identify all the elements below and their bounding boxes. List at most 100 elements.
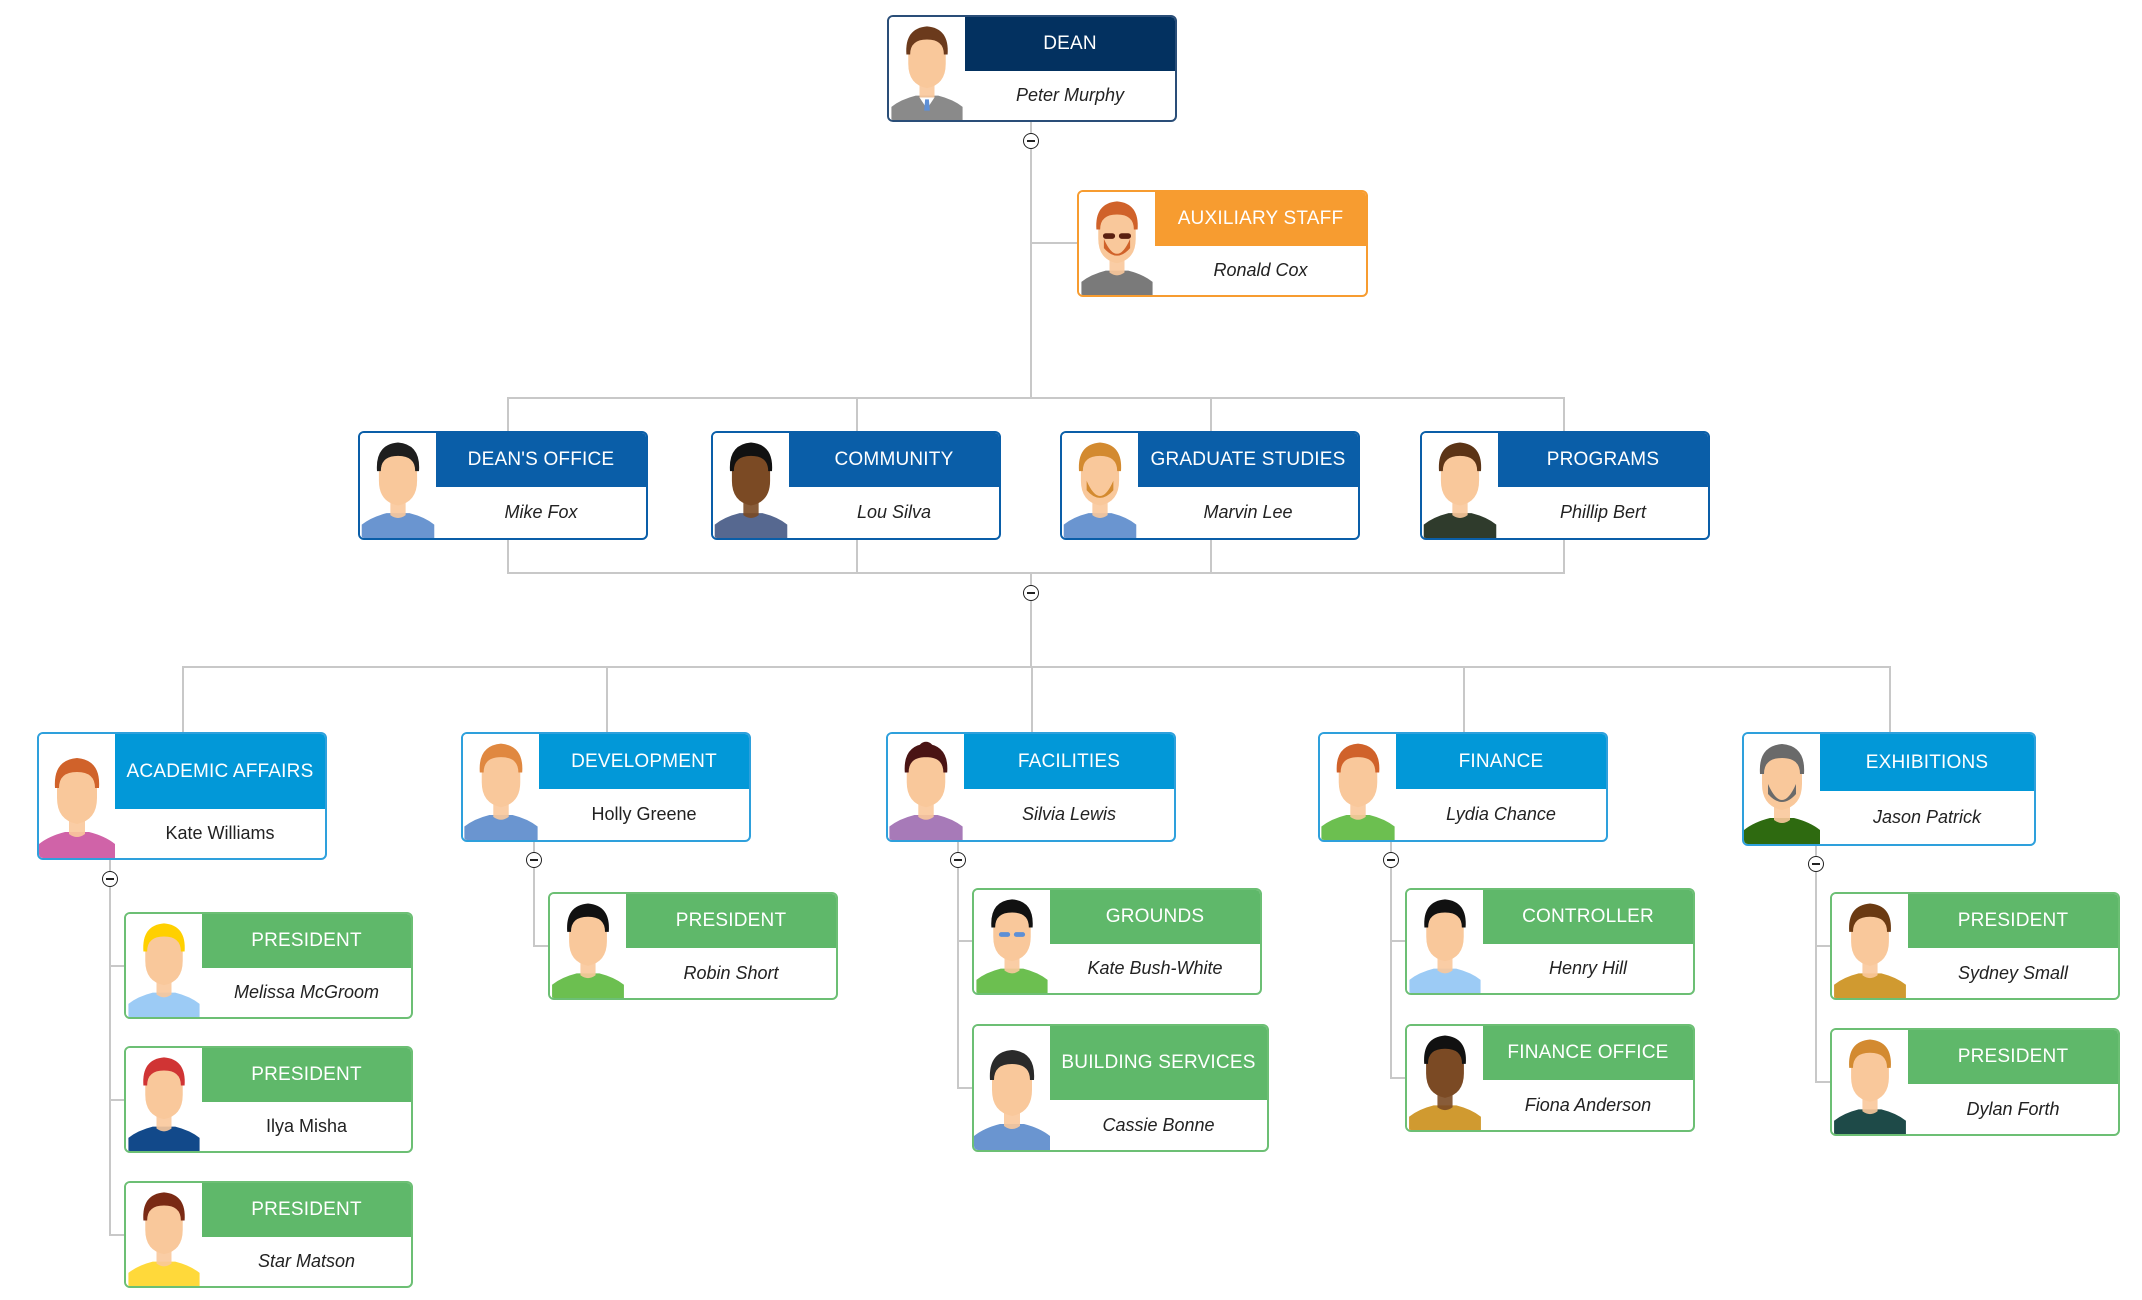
avatar-icon [126, 1183, 202, 1286]
avatar-icon [126, 1048, 202, 1151]
node-president-star-matson[interactable]: PRESIDENT Star Matson [124, 1181, 413, 1288]
node-title: FACILITIES [964, 734, 1174, 789]
node-title: PRESIDENT [626, 894, 836, 948]
avatar-icon [889, 17, 965, 120]
connector-level3-drop-2 [606, 666, 608, 732]
node-name: Ilya Misha [265, 1116, 348, 1136]
node-title: DEAN [965, 17, 1175, 71]
node-graduate-studies[interactable]: GRADUATE STUDIES Marvin Lee [1060, 431, 1360, 540]
person-avatar-icon [464, 743, 538, 840]
node-facilities[interactable]: FACILITIES Silvia Lewis [886, 732, 1176, 842]
node-finance-office[interactable]: FINANCE OFFICE Fiona Anderson [1405, 1024, 1695, 1132]
node-president-sydney-small[interactable]: PRESIDENT Sydney Small [1830, 892, 2120, 1000]
node-name: Holly Greene [591, 804, 697, 824]
node-name: Henry Hill [1548, 958, 1627, 978]
connector-level2-bottom-bus [507, 572, 1565, 574]
person-avatar-icon [714, 442, 788, 538]
node-president-dylan-forth[interactable]: PRESIDENT Dylan Forth [1830, 1028, 2120, 1136]
connector-level3-drop-5 [1889, 666, 1891, 732]
person-avatar-icon [1834, 1039, 1906, 1134]
node-name: Kate Williams [165, 823, 275, 843]
avatar-icon [463, 734, 539, 840]
node-president-robin-short[interactable]: PRESIDENT Robin Short [548, 892, 838, 1000]
connector-finance-branch-2 [1390, 1077, 1405, 1079]
connector-facilities-branch-2 [957, 1087, 972, 1089]
node-title: AUXILIARY STAFF [1155, 192, 1366, 246]
person-avatar-icon [1409, 1035, 1481, 1130]
node-building-services[interactable]: BUILDING SERVICES Cassie Bonne [972, 1024, 1269, 1152]
collapse-toggle-facilities[interactable] [950, 852, 966, 868]
connector-development-branch-1 [533, 945, 548, 947]
collapse-toggle-dean[interactable] [1023, 133, 1039, 149]
avatar-icon [550, 894, 626, 998]
node-title: PRESIDENT [1908, 894, 2118, 948]
node-name: Ronald Cox [1213, 260, 1308, 280]
person-avatar-icon [1834, 903, 1906, 998]
person-avatar-icon [128, 1192, 200, 1286]
node-grounds[interactable]: GROUNDS Kate Bush-White [972, 888, 1262, 995]
connector-academic-vertical [109, 858, 111, 1235]
node-programs[interactable]: PROGRAMS Phillip Bert [1420, 431, 1710, 540]
collapse-toggle-exhibitions[interactable] [1808, 856, 1824, 872]
node-community[interactable]: COMMUNITY Lou Silva [711, 431, 1001, 540]
node-title: GROUNDS [1050, 890, 1260, 944]
avatar-icon [1407, 1026, 1483, 1130]
connector-level3-drop-1 [182, 666, 184, 732]
collapse-toggle-level2[interactable] [1023, 585, 1039, 601]
node-title: FINANCE OFFICE [1483, 1026, 1693, 1080]
connector-auxiliary [1031, 242, 1077, 244]
connector-exhibitions-vertical [1815, 846, 1817, 1083]
collapse-toggle-finance[interactable] [1383, 852, 1399, 868]
collapse-toggle-academic-affairs[interactable] [102, 871, 118, 887]
connector-level3-drop-4 [1463, 666, 1465, 732]
connector-academic-branch-3 [109, 1234, 124, 1236]
node-title: CONTROLLER [1483, 890, 1693, 944]
node-name: Silvia Lewis [1021, 804, 1117, 824]
avatar-icon [126, 914, 202, 1017]
node-title: PRESIDENT [202, 914, 411, 968]
node-name: Lydia Chance [1446, 804, 1556, 824]
avatar-icon [1407, 890, 1483, 993]
node-dean[interactable]: DEAN Peter Murphy [887, 15, 1177, 122]
connector-dean-down [1030, 122, 1032, 397]
connector-academic-branch-2 [109, 1099, 124, 1101]
node-name: Mike Fox [504, 502, 578, 522]
node-name: Star Matson [257, 1251, 356, 1271]
node-academic-affairs[interactable]: ACADEMIC AFFAIRS Kate Williams [37, 732, 327, 860]
node-development[interactable]: DEVELOPMENT Holly Greene [461, 732, 751, 842]
person-avatar-icon [128, 1057, 200, 1151]
connector-academic-branch-1 [109, 965, 124, 967]
collapse-toggle-development[interactable] [526, 852, 542, 868]
node-name: Fiona Anderson [1524, 1094, 1652, 1115]
person-avatar-icon [39, 758, 115, 858]
node-president-ilya-misha[interactable]: PRESIDENT Ilya Misha [124, 1046, 413, 1153]
node-controller[interactable]: CONTROLLER Henry Hill [1405, 888, 1695, 995]
connector-finance-branch-1 [1390, 940, 1405, 942]
avatar-icon [713, 433, 789, 538]
node-title: PRESIDENT [202, 1048, 411, 1102]
connector-facilities-branch-1 [957, 940, 972, 942]
node-deans-office[interactable]: DEAN'S OFFICE Mike Fox [358, 431, 648, 540]
person-avatar-icon [552, 903, 624, 998]
node-title: FINANCE [1396, 734, 1606, 789]
node-name: Melissa McGroom [233, 982, 380, 1002]
node-auxiliary-staff[interactable]: AUXILIARY STAFF Ronald Cox [1077, 190, 1368, 297]
node-title: PRESIDENT [202, 1183, 411, 1237]
person-avatar-icon [128, 923, 200, 1017]
node-name: Jason Patrick [1872, 807, 1982, 827]
connector-facilities-vertical [957, 842, 959, 1089]
node-name: Cassie Bonne [1102, 1114, 1215, 1135]
node-name: Sydney Small [1957, 962, 2069, 983]
avatar-icon [1320, 734, 1396, 840]
node-president-melissa-mcgroom[interactable]: PRESIDENT Melissa McGroom [124, 912, 413, 1019]
node-title: PRESIDENT [1908, 1030, 2118, 1084]
avatar-icon [974, 1026, 1050, 1150]
node-exhibitions[interactable]: EXHIBITIONS Jason Patrick [1742, 732, 2036, 846]
avatar-icon [360, 433, 436, 538]
connector-exhibitions-branch-2 [1815, 1081, 1830, 1083]
node-name: Lou Silva [856, 502, 932, 522]
avatar-icon [888, 734, 964, 840]
node-finance[interactable]: FINANCE Lydia Chance [1318, 732, 1608, 842]
person-avatar-icon [891, 26, 963, 120]
node-title: COMMUNITY [789, 433, 999, 487]
